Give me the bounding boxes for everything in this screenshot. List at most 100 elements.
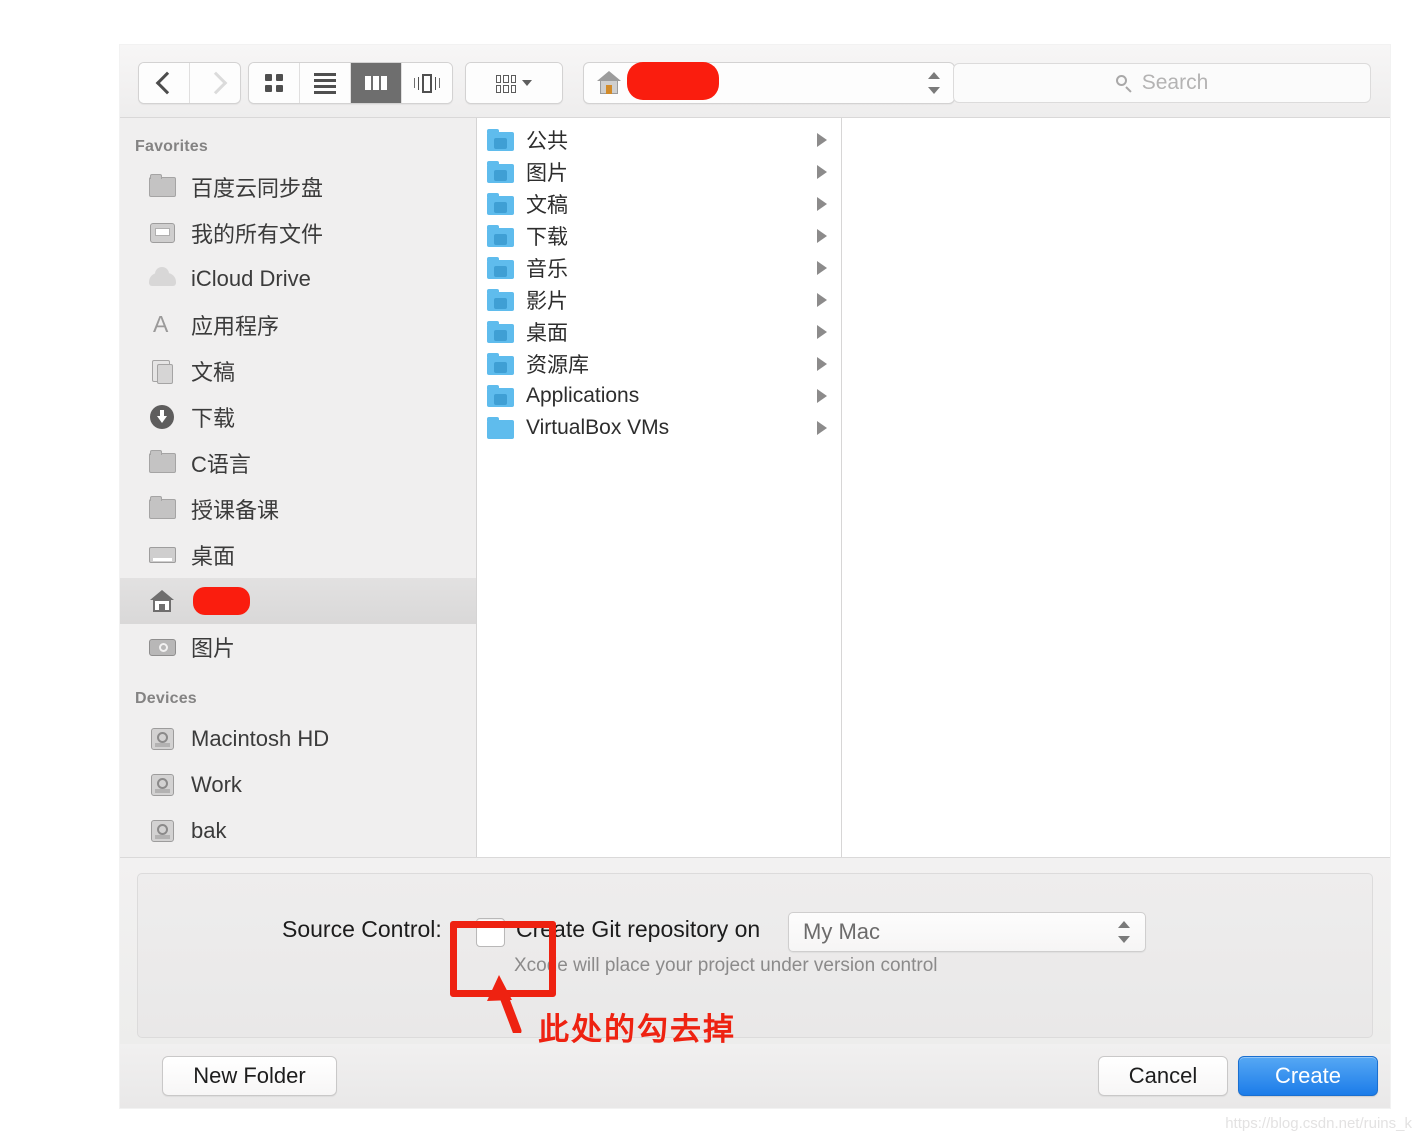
create-git-repository-label: Create Git repository on: [516, 916, 761, 942]
folder-public-icon: [487, 128, 514, 151]
screenshot-root: Search Favorites 百度云同步盘 我的所有文件 iCloud Dr…: [0, 0, 1420, 1138]
sidebar-item-label: 应用程序: [191, 314, 280, 339]
list-item[interactable]: 音乐: [477, 252, 841, 284]
file-name: 桌面: [526, 322, 568, 345]
disk-icon: [148, 726, 178, 752]
sidebar-item-label: 文稿: [191, 360, 236, 385]
sidebar-item-label: 图片: [191, 636, 236, 661]
sidebar-item-all-my-files[interactable]: 我的所有文件: [120, 210, 476, 256]
dialog-footer: New Folder Cancel Create: [120, 1044, 1390, 1108]
sidebar-item-baiduyun[interactable]: 百度云同步盘: [120, 164, 476, 210]
disclosure-arrow-icon: [817, 421, 827, 435]
stepper-icon: [1117, 921, 1131, 943]
annotation-text: 此处的勾去掉: [538, 1012, 736, 1047]
sidebar-item-desktop[interactable]: 桌面: [120, 532, 476, 578]
redacted-home-label: [193, 587, 250, 615]
sidebar-item-applications[interactable]: 应用程序: [120, 302, 476, 348]
path-popup-button[interactable]: [583, 62, 955, 104]
new-folder-button[interactable]: New Folder: [162, 1056, 337, 1096]
folder-music-icon: [487, 256, 514, 279]
applications-icon: [148, 311, 178, 338]
list-item[interactable]: 下载: [477, 220, 841, 252]
icloud-icon: [148, 266, 178, 292]
forward-button[interactable]: [190, 63, 240, 103]
chevron-left-icon: [156, 70, 172, 96]
desktop-icon: [148, 542, 178, 568]
sidebar-item-label: 授课备课: [191, 498, 280, 523]
list-view-button[interactable]: [300, 63, 351, 103]
cancel-label: Cancel: [1128, 1063, 1198, 1088]
sidebar-item-label: 桌面: [191, 544, 236, 569]
disclosure-arrow-icon: [817, 293, 827, 307]
list-item[interactable]: 桌面: [477, 316, 841, 348]
sidebar-item-photos[interactable]: 图片: [120, 624, 476, 670]
list-item[interactable]: VirtualBox VMs: [477, 412, 841, 444]
source-control-label: Source Control:: [282, 916, 442, 942]
list-item[interactable]: Applications: [477, 380, 841, 412]
folder-library-icon: [487, 352, 514, 375]
file-browser: Favorites 百度云同步盘 我的所有文件 iCloud Drive 应用程…: [120, 118, 1390, 857]
accessory-panel: Source Control: Create Git repository on…: [120, 857, 1390, 1044]
new-folder-label: New Folder: [193, 1063, 306, 1088]
sidebar-item-label: Work: [191, 772, 242, 797]
git-location-value: My Mac: [803, 919, 880, 944]
list-item[interactable]: 资源库: [477, 348, 841, 380]
sidebar-item-teaching-prep[interactable]: 授课备课: [120, 486, 476, 532]
disclosure-arrow-icon: [817, 165, 827, 179]
gallery-view-button[interactable]: [402, 63, 452, 103]
list-item[interactable]: 公共: [477, 124, 841, 156]
list-item[interactable]: 影片: [477, 284, 841, 316]
folder-icon: [148, 450, 178, 476]
file-name: 下载: [526, 226, 568, 249]
file-name: 图片: [526, 162, 568, 185]
sidebar-item-downloads[interactable]: 下载: [120, 394, 476, 440]
list-item[interactable]: 文稿: [477, 188, 841, 220]
search-icon: [1115, 74, 1133, 93]
back-button[interactable]: [139, 63, 190, 103]
search-field[interactable]: Search: [953, 63, 1371, 103]
disclosure-arrow-icon: [817, 325, 827, 339]
arrange-icon: [496, 75, 516, 93]
chevron-right-icon: [207, 70, 223, 96]
list-item[interactable]: 图片: [477, 156, 841, 188]
redacted-path-label: [627, 62, 719, 100]
sidebar-item-c-language[interactable]: C语言: [120, 440, 476, 486]
disclosure-arrow-icon: [817, 261, 827, 275]
sidebar: Favorites 百度云同步盘 我的所有文件 iCloud Drive 应用程…: [120, 118, 477, 857]
sidebar-item-macintosh-hd[interactable]: Macintosh HD: [120, 716, 476, 762]
column-view-button[interactable]: [351, 63, 402, 103]
folder-pictures-icon: [487, 160, 514, 183]
sidebar-section-favorites-header: Favorites: [135, 138, 208, 155]
sidebar-item-home[interactable]: [120, 578, 476, 624]
git-location-popup-button[interactable]: My Mac: [788, 912, 1146, 952]
chevron-down-icon: [522, 80, 532, 86]
file-name: 公共: [526, 130, 568, 153]
folder-downloads-icon: [487, 224, 514, 247]
arrange-button[interactable]: [465, 62, 563, 104]
sidebar-item-icloud-drive[interactable]: iCloud Drive: [120, 256, 476, 302]
file-column-1: 公共 图片 文稿 下载 音乐 影片 桌面 资源库 Applications Vi…: [477, 118, 842, 857]
save-dialog: Search Favorites 百度云同步盘 我的所有文件 iCloud Dr…: [120, 45, 1390, 1108]
sidebar-item-label: bak: [191, 818, 227, 843]
sidebar-item-label: Macintosh HD: [191, 726, 330, 751]
folder-plain-icon: [487, 416, 514, 439]
folder-movies-icon: [487, 288, 514, 311]
sidebar-item-work[interactable]: Work: [120, 762, 476, 808]
cancel-button[interactable]: Cancel: [1098, 1056, 1228, 1096]
create-button[interactable]: Create: [1238, 1056, 1378, 1096]
grid-icon: [265, 74, 283, 92]
folder-documents-icon: [487, 192, 514, 215]
list-icon: [314, 72, 336, 94]
file-column-2[interactable]: [842, 118, 1390, 857]
file-name: 音乐: [526, 258, 568, 281]
sidebar-item-bak[interactable]: bak: [120, 808, 476, 854]
icon-view-button[interactable]: [249, 63, 300, 103]
create-git-repository-checkbox[interactable]: [476, 918, 505, 947]
sidebar-item-label: C语言: [191, 452, 251, 477]
file-name: 资源库: [526, 354, 589, 377]
folder-icon: [148, 496, 178, 522]
disclosure-arrow-icon: [817, 389, 827, 403]
folder-icon: [148, 174, 178, 200]
watermark: https://blog.csdn.net/ruins_k: [1225, 1115, 1412, 1132]
sidebar-item-documents[interactable]: 文稿: [120, 348, 476, 394]
